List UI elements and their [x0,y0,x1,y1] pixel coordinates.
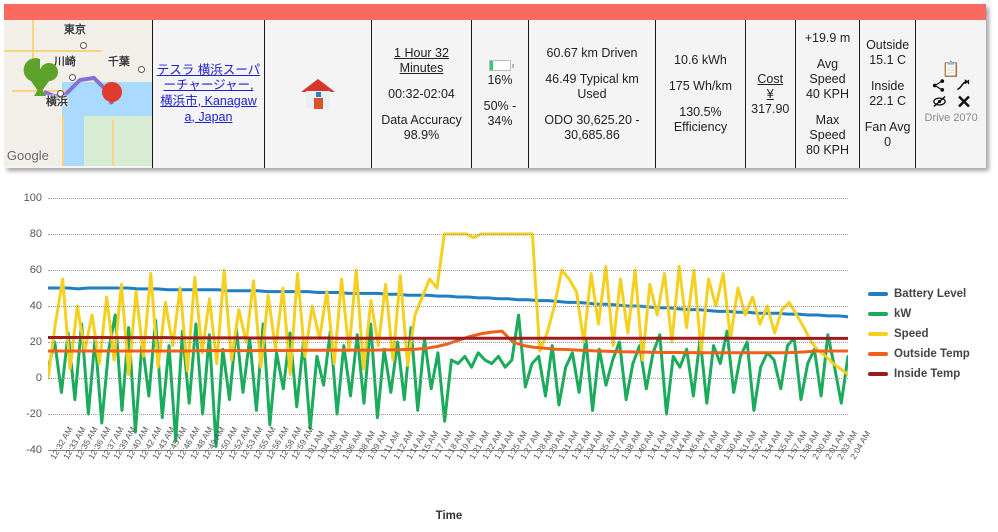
drive-chart: -40 -20 0 20 40 60 80 100 12:32 AM 12:33 AM 12:35… [0,176,998,532]
header-accent-strip [4,4,986,20]
legend-label: Speed [894,328,929,340]
energy-consumption: 175 Wh/km [668,79,733,93]
home-destination-cell[interactable] [265,20,372,168]
chart-gridline [48,414,848,415]
chart-gridline [48,198,848,199]
house-icon [300,79,335,109]
odometer-range: ODO 30,625.20 - 30,685.86 [544,112,640,142]
map-markers [23,58,122,104]
google-watermark: Google [6,148,49,164]
destination-link[interactable]: テスラ 横浜スーパーチャージャー, 横浜市, Kanagawa, Japan [156,63,261,126]
chart-gridline [48,234,848,235]
avg-speed-label: Avg Speed [809,56,846,86]
avg-speed-value: 40 KPH [805,86,850,101]
chart-gridline [48,378,848,379]
arrow-forward-icon[interactable] [955,78,972,93]
chart-gridline [48,306,848,307]
fan-avg-label: Fan Avg [864,120,911,134]
legend-swatch [868,312,888,316]
inside-temp-label: Inside [870,79,905,93]
chart-y-tick-label: 100 [23,192,42,204]
elevation-gain: +19.9 m [804,30,851,45]
close-x-icon[interactable] [956,94,972,109]
clipboard-icon[interactable]: 📋 [942,62,961,77]
cost-label: Cost [757,71,784,86]
legend-swatch [868,352,888,356]
chart-series-lines [48,198,848,450]
chart-y-tick-label: 60 [29,264,42,276]
eye-slash-icon[interactable] [931,94,948,109]
duration-cell: 1 Hour 32 Minutes 00:32-02:04 Data Accur… [372,20,473,168]
legend-item-kw[interactable]: kW [868,304,970,324]
cost-value: 317.90 [751,101,790,116]
legend-swatch [868,292,888,296]
battery-range: 50% - 34% [483,98,517,128]
chart-plot-area: -40 -20 0 20 40 60 80 100 [24,192,848,456]
data-accuracy-value: 98.9% [403,127,440,142]
outside-temp-value: 15.1 C [869,53,907,67]
route-map-thumbnail[interactable]: 東京 川崎 千葉 横浜 Google [4,20,152,166]
chart-y-tick-label: 0 [35,372,42,384]
energy-efficiency: 130.5% Efficiency [673,105,728,134]
legend-item-outside-temp[interactable]: Outside Temp [868,344,970,364]
outside-temp-label: Outside [866,38,910,52]
speed-cell: +19.9 m Avg Speed 40 KPH Max Speed 80 KP… [796,20,860,168]
chart-y-tick-label: 40 [29,300,42,312]
legend-swatch [868,372,888,376]
battery-cell: 16% 50% - 34% [472,20,529,168]
legend-swatch [868,332,888,336]
chart-gridline [48,270,848,271]
chart-y-tick-label: -40 [26,444,42,456]
legend-label: Outside Temp [894,348,970,360]
duration-range: 00:32-02:04 [388,86,455,101]
data-accuracy-label: Data Accuracy [381,112,462,127]
battery-icon [488,59,514,71]
drive-id-label: Drive 2070 [924,112,978,125]
inside-temp-value: 22.1 C [869,94,907,108]
chart-legend: Battery Level kW Speed Outside Temp Inside T… [868,284,970,384]
energy-cell: 10.6 kWh 175 Wh/km 130.5% Efficiency [656,20,746,168]
chart-y-tick-label: 20 [29,336,42,348]
legend-item-inside-temp[interactable]: Inside Temp [868,364,970,384]
destination-cell: テスラ 横浜スーパーチャージャー, 横浜市, Kanagawa, Japan [153,20,266,168]
battery-used-percent: 16% [487,72,513,87]
legend-item-battery-level[interactable]: Battery Level [868,284,970,304]
route-map-cell[interactable]: 東京 川崎 千葉 横浜 Google [4,20,153,168]
typical-km-used: 46.49 Typical km Used [545,71,639,101]
fan-avg-value: 0 [884,135,892,149]
cost-currency: ¥ [766,86,774,101]
share-icon[interactable] [930,78,947,93]
cost-cell: Cost ¥ 317.90 [746,20,796,168]
distance-cell: 60.67 km Driven 46.49 Typical km Used OD… [529,20,657,168]
max-speed-value: 80 KPH [805,142,850,157]
duration-headline: 1 Hour 32 Minutes [394,45,449,75]
chart-y-tick-label: 80 [29,228,42,240]
legend-label: Inside Temp [894,368,961,380]
legend-label: kW [894,308,912,320]
energy-kwh: 10.6 kWh [674,53,727,67]
actions-cell: 📋 Drive 2070 [916,20,986,168]
chart-gridline [48,342,848,343]
drive-summary-bar: 東京 川崎 千葉 横浜 Google テスラ 横浜スーパーチャージャー, 横浜市… [4,4,986,168]
distance-driven: 60.67 km Driven [546,45,638,60]
chart-series-inside-temp [48,338,848,339]
max-speed-label: Max Speed [809,112,846,142]
chart-x-axis-title: Time [435,510,463,522]
temperature-cell: Outside 15.1 C Inside 22.1 C Fan Avg 0 [860,20,917,168]
chart-y-tick-label: -20 [26,408,42,420]
legend-label: Battery Level [894,288,967,300]
legend-item-speed[interactable]: Speed [868,324,970,344]
